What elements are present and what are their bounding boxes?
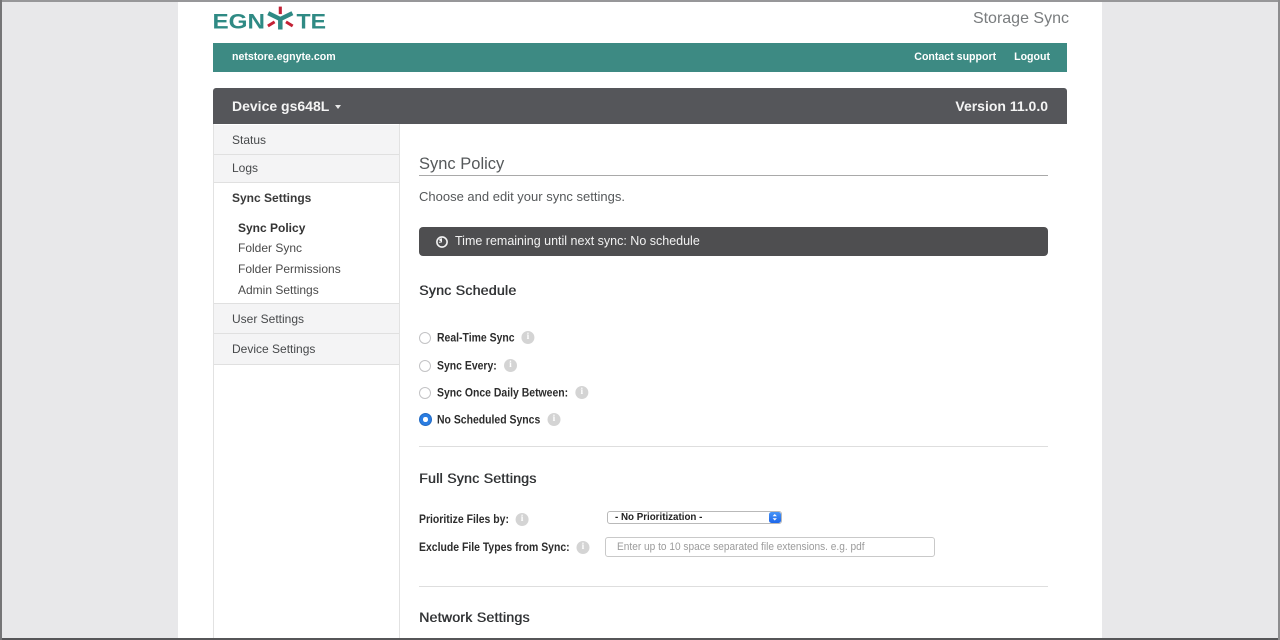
svg-text:TE: TE [297, 10, 327, 34]
svg-text:EGN: EGN [213, 10, 265, 34]
